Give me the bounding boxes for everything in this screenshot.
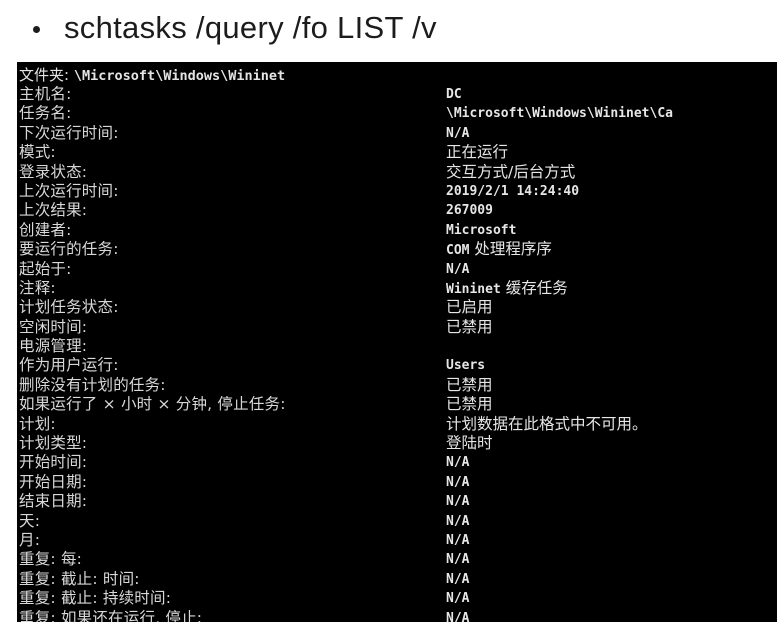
row-label: 重复: 每: — [19, 550, 83, 569]
row-last-run-time: 上次运行时间: 2019/2/1 14:24:40 — [19, 182, 777, 201]
row-label: 注释: — [19, 278, 56, 297]
row-label: 空闲时间: — [19, 317, 88, 336]
row-value-mono: COM — [446, 243, 470, 259]
row-schedule: 计划: 计划数据在此格式中不可用。 — [19, 415, 777, 434]
row-months: 月: N/A — [19, 531, 777, 550]
row-idle-time: 空闲时间: 已禁用 — [19, 318, 777, 337]
row-value: 登陆时 — [446, 434, 493, 453]
row-scheduled-task-state: 计划任务状态: 已启用 — [19, 298, 777, 317]
row-value: Microsoft — [446, 222, 517, 238]
row-value: N/A — [446, 610, 470, 622]
row-label: 要运行的任务: — [19, 240, 119, 259]
row-label: 如果运行了 × 小时 × 分钟, 停止任务: — [19, 395, 286, 414]
row-value: 已启用 — [446, 298, 493, 317]
row-value: 已禁用 — [446, 395, 493, 414]
row-value-mono: Wininet — [446, 281, 501, 297]
row-value: N/A — [446, 532, 470, 548]
row-value: N/A — [446, 552, 470, 568]
row-days: 天: N/A — [19, 512, 777, 531]
row-value: N/A — [446, 474, 470, 490]
command-text: schtasks /query /fo LIST /v — [64, 10, 437, 45]
row-label: 开始日期: — [19, 472, 88, 491]
row-value-text: 处理程序序 — [469, 240, 552, 259]
row-repeat-until-duration: 重复: 截止: 持续时间: N/A — [19, 589, 777, 608]
row-start-time: 开始时间: N/A — [19, 453, 777, 472]
row-label: 电源管理: — [19, 337, 88, 356]
row-label: 下次运行时间: — [19, 123, 119, 142]
row-logon-mode: 登录状态: 交互方式/后台方式 — [19, 163, 777, 182]
row-value: 交互方式/后台方式 — [446, 162, 576, 181]
row-label: 计划任务状态: — [19, 298, 119, 317]
row-start-date: 开始日期: N/A — [19, 473, 777, 492]
row-value: N/A — [446, 494, 470, 510]
row-label: 任务名: — [19, 104, 72, 123]
folder-line: 文件夹: \Microsoft\Windows\Wininet — [19, 66, 285, 86]
row-repeat-stop-if-running: 重复: 如果还在运行, 停止: N/A — [19, 609, 777, 622]
row-value: DC — [446, 87, 462, 102]
console-window: 文件夹: \Microsoft\Windows\Wininet 主机名: DC 任… — [17, 62, 777, 622]
row-label: 计划: — [19, 414, 56, 433]
row-value: \Microsoft\Windows\Wininet\Ca — [446, 106, 673, 122]
row-label: 模式: — [19, 143, 56, 162]
row-label: 创建者: — [19, 220, 72, 239]
row-label: 计划类型: — [19, 434, 88, 453]
row-label: 作为用户运行: — [19, 356, 119, 375]
row-mode: 模式: 正在运行 — [19, 143, 777, 162]
row-last-result: 上次结果: 267009 — [19, 201, 777, 220]
row-power-management: 电源管理: — [19, 337, 777, 356]
row-value: 正在运行 — [446, 143, 509, 162]
row-task-to-run: 要运行的任务: COM 处理程序序 — [19, 240, 777, 259]
row-value: N/A — [446, 571, 470, 587]
row-taskname: 任务名: \Microsoft\Windows\Wininet\Ca — [19, 104, 777, 123]
row-label: 主机名: — [19, 85, 72, 103]
row-label: 上次运行时间: — [19, 181, 119, 200]
row-label: 重复: 如果还在运行, 停止: — [19, 608, 203, 622]
row-value: Wininet 缓存任务 — [446, 279, 568, 299]
row-label: 重复: 截止: 持续时间: — [19, 589, 172, 608]
row-label: 上次结果: — [19, 201, 88, 220]
row-value: N/A — [446, 261, 470, 277]
row-label: 天: — [19, 511, 41, 530]
row-run-as-user: 作为用户运行: Users — [19, 356, 777, 375]
task-property-list: 主机名: DC 任务名: \Microsoft\Windows\Wininet\Ca… — [19, 85, 777, 622]
row-delete-if-not-scheduled: 删除没有计划的任务: 已禁用 — [19, 376, 777, 395]
row-value: 2019/2/1 14:24:40 — [446, 183, 580, 199]
row-label: 月: — [19, 530, 41, 549]
folder-label: 文件夹: — [19, 66, 70, 84]
row-next-run-time: 下次运行时间: N/A — [19, 124, 777, 143]
row-value: 267009 — [446, 203, 493, 219]
row-comment: 注释: Wininet 缓存任务 — [19, 279, 777, 298]
row-value: N/A — [446, 513, 470, 529]
row-value: N/A — [446, 455, 470, 471]
row-label: 删除没有计划的任务: — [19, 375, 166, 394]
row-repeat-until-time: 重复: 截止: 时间: N/A — [19, 570, 777, 589]
row-value: 已禁用 — [446, 317, 493, 336]
row-value: 计划数据在此格式中不可用。 — [446, 414, 648, 433]
row-value: COM 处理程序序 — [446, 240, 552, 260]
row-start-in: 起始于: N/A — [19, 260, 777, 279]
row-schedule-type: 计划类型: 登陆时 — [19, 434, 777, 453]
row-label: 起始于: — [19, 259, 72, 278]
row-label: 登录状态: — [19, 162, 88, 181]
row-author: 创建者: Microsoft — [19, 221, 777, 240]
row-value: N/A — [446, 591, 470, 607]
row-label: 开始时间: — [19, 453, 88, 472]
row-end-date: 结束日期: N/A — [19, 492, 777, 511]
slide-bullet: schtasks /query /fo LIST /v — [33, 6, 437, 50]
row-repeat-every: 重复: 每: N/A — [19, 550, 777, 569]
row-label: 重复: 截止: 时间: — [19, 569, 140, 588]
folder-path: \Microsoft\Windows\Wininet — [73, 68, 286, 84]
row-value-text: 缓存任务 — [500, 278, 568, 297]
row-value: 已禁用 — [446, 375, 493, 394]
row-label: 结束日期: — [19, 492, 88, 511]
row-stop-task-if-runs: 如果运行了 × 小时 × 分钟, 停止任务: 已禁用 — [19, 395, 777, 414]
row-value: Users — [446, 358, 486, 374]
row-hostname: 主机名: DC — [19, 85, 777, 104]
bullet-dot-icon — [33, 25, 40, 33]
row-value: N/A — [446, 125, 470, 141]
